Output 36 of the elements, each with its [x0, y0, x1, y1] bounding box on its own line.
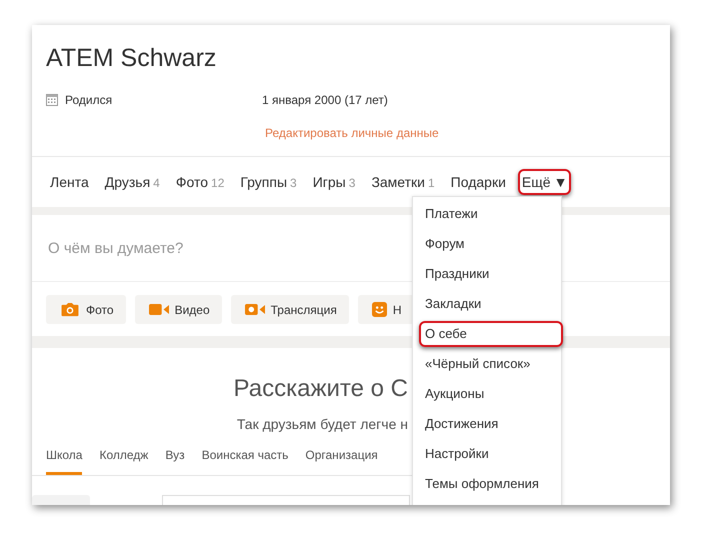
menu-item[interactable]: Достижения [419, 411, 555, 437]
nav-link[interactable]: Заметки 1 [367, 169, 439, 195]
camera-icon [60, 302, 80, 317]
nav-link[interactable]: Группы 3 [236, 169, 301, 195]
broadcast-camera-icon [244, 302, 265, 317]
post-type-button[interactable]: Фото [46, 295, 126, 324]
menu-item[interactable]: Темы оформления [419, 471, 555, 497]
menu-item[interactable]: О себе [419, 321, 563, 347]
video-camera-icon [148, 302, 169, 317]
menu-item[interactable]: Закладки [419, 291, 555, 317]
menu-item[interactable]: Форум [419, 231, 555, 257]
calendar-icon [46, 94, 58, 106]
post-type-button[interactable]: Трансляция [230, 295, 349, 324]
post-type-button[interactable]: Видео [134, 295, 222, 324]
about-subtitle: Так друзьям будет легче н [236, 416, 408, 432]
education-tab[interactable]: Организация [305, 448, 378, 475]
smiley-icon [372, 302, 387, 317]
education-tab[interactable]: Вуз [165, 448, 185, 475]
profile-name: ATEM Schwarz [46, 43, 218, 73]
about-heading: Расскажите о С [232, 375, 408, 403]
post-type-button[interactable]: Н [358, 295, 414, 324]
menu-item[interactable]: Платежи [419, 201, 555, 227]
nav-link[interactable]: Фото 12 [172, 169, 228, 195]
nav-link[interactable]: Друзья 4 [100, 169, 164, 195]
nav-link[interactable]: Подарки [446, 169, 510, 195]
menu-item[interactable]: Аукционы [419, 381, 555, 407]
menu-item[interactable]: Настройки [419, 441, 555, 467]
education-tab[interactable]: Колледж [99, 448, 148, 475]
nav-link[interactable]: Лента [46, 169, 93, 195]
education-tab[interactable]: Воинская часть [202, 448, 288, 475]
menu-item[interactable]: Праздники [419, 261, 555, 287]
nav-link[interactable]: Игры 3 [308, 169, 360, 195]
menu-item[interactable]: «Чёрный список» [419, 351, 555, 377]
education-tab[interactable]: Школа [46, 448, 82, 475]
birth-date: 1 января 2000 (17 лет) [262, 93, 388, 107]
born-label: Родился [65, 93, 114, 107]
